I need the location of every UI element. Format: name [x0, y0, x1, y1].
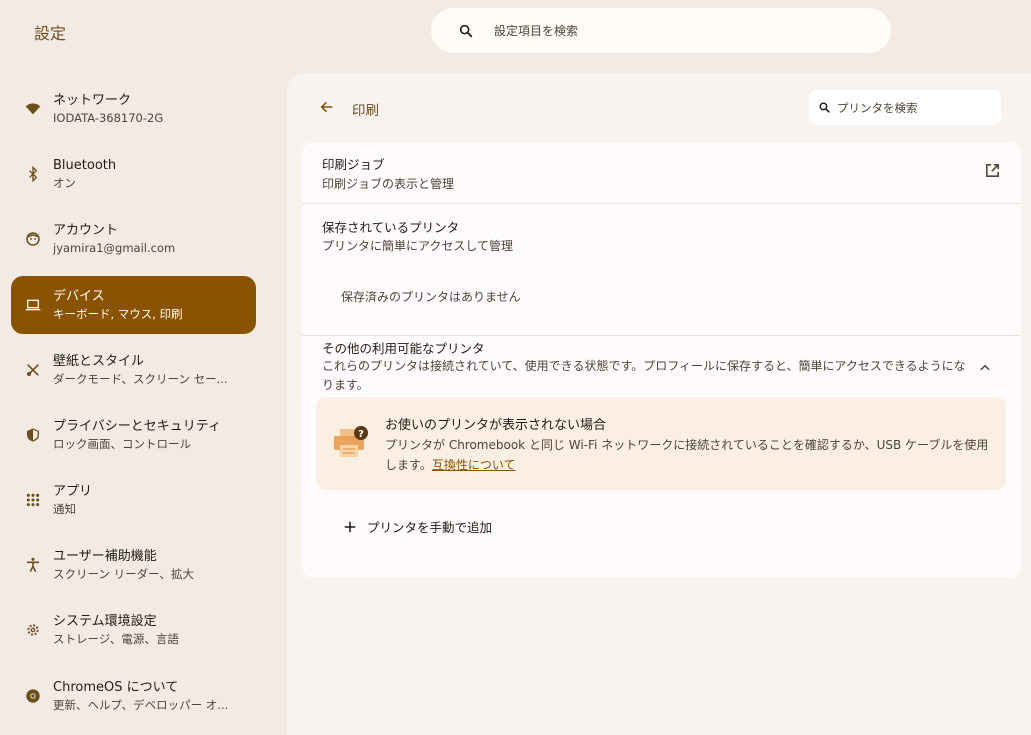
sidebar-item-label: ChromeOS について	[53, 679, 179, 695]
sidebar-item-label: Bluetooth	[53, 157, 117, 173]
chrome-icon	[23, 686, 43, 706]
sidebar-item-device[interactable]: デバイス キーボード, マウス, 印刷	[11, 276, 256, 334]
sidebar-item-wallpaper[interactable]: 壁紙とスタイル ダークモード、スクリーン セー...	[11, 341, 256, 399]
sidebar-item-privacy[interactable]: プライバシーとセキュリティ ロック画面、コントロール	[11, 406, 256, 464]
main-panel: 印刷 プリンタを検索 印刷ジョブ 印刷ジョブの表示と管理 保存されているプリンタ…	[287, 73, 1031, 735]
compatibility-link[interactable]: 互換性について	[432, 458, 516, 472]
wifi-icon	[23, 99, 43, 119]
sidebar-item-sublabel: スクリーン リーダー、拡大	[53, 566, 194, 581]
printer-search-box[interactable]: プリンタを検索	[809, 90, 1001, 125]
sidebar-item-sublabel: オン	[53, 175, 76, 190]
printer-not-shown-notice: ? お使いのプリンタが表示されない場合 プリンタが Chromebook と同じ…	[316, 397, 1006, 490]
sidebar-item-system[interactable]: システム環境設定 ストレージ、電源、言語	[11, 601, 256, 659]
saved-printers-subtitle: プリンタに簡単にアクセスして管理	[322, 239, 514, 253]
settings-search-input[interactable]: 設定項目を検索	[494, 22, 578, 39]
laptop-icon	[23, 295, 43, 315]
printer-search-input[interactable]: プリンタを検索	[837, 100, 918, 116]
printer-help-icon: ?	[332, 425, 370, 461]
app-title: 設定	[34, 24, 67, 43]
plus-icon	[343, 520, 357, 534]
other-printers-title: その他の利用可能なプリンタ	[322, 341, 485, 356]
sidebar-item-account[interactable]: アカウント jyamira1@gmail.com	[11, 210, 256, 268]
sidebar-item-sublabel: IODATA-368170-2G	[53, 110, 164, 125]
sidebar-item-label: ネットワーク	[53, 92, 132, 108]
paintbrush-icon	[23, 360, 43, 380]
sidebar-item-label: システム環境設定	[53, 613, 157, 629]
account-face-icon	[23, 229, 43, 249]
sidebar-item-bluetooth[interactable]: Bluetooth オン	[11, 145, 256, 203]
sidebar-item-sublabel: jyamira1@gmail.com	[53, 240, 176, 255]
bluetooth-icon	[23, 164, 43, 184]
shield-icon	[23, 425, 43, 445]
external-link-icon[interactable]	[984, 162, 1001, 179]
add-printer-label: プリンタを手動で追加	[367, 520, 493, 535]
sidebar-item-accessibility[interactable]: ユーザー補助機能 スクリーン リーダー、拡大	[11, 536, 256, 594]
sidebar-item-sublabel: ストレージ、電源、言語	[53, 631, 179, 646]
divider	[302, 335, 1021, 336]
no-saved-printers-message: 保存済みのプリンタはありません	[341, 290, 521, 304]
sidebar-item-label: 壁紙とスタイル	[53, 353, 145, 369]
notice-body: プリンタが Chromebook と同じ Wi-Fi ネットワークに接続されてい…	[385, 435, 995, 475]
other-printers-description: これらのプリンタは接続されていて、使用できる状態です。プロフィールに保存すると、…	[322, 359, 966, 392]
accessibility-icon	[23, 555, 43, 575]
search-icon	[818, 101, 831, 114]
settings-search-box[interactable]: 設定項目を検索	[431, 8, 891, 53]
chevron-up-icon[interactable]	[978, 361, 992, 375]
sidebar-item-sublabel: 通知	[53, 501, 76, 516]
grid-icon	[23, 490, 43, 510]
svg-text:?: ?	[358, 429, 364, 440]
sidebar-item-sublabel: 更新、ヘルプ、デベロッパー オ...	[53, 697, 229, 712]
sidebar-item-sublabel: ロック画面、コントロール	[53, 436, 191, 451]
print-jobs-subtitle: 印刷ジョブの表示と管理	[322, 177, 455, 191]
notice-title: お使いのプリンタが表示されない場合	[385, 418, 607, 433]
printing-card: 印刷ジョブ 印刷ジョブの表示と管理 保存されているプリンタ プリンタに簡単にアク…	[302, 142, 1021, 578]
sidebar-item-label: アプリ	[53, 483, 93, 499]
sidebar-item-about[interactable]: ChromeOS について 更新、ヘルプ、デベロッパー オ...	[11, 667, 256, 725]
sidebar-item-sublabel: ダークモード、スクリーン セー...	[53, 371, 228, 386]
sidebar-item-label: アカウント	[53, 222, 119, 238]
sidebar-item-sublabel: キーボード, マウス, 印刷	[53, 306, 183, 321]
divider	[302, 203, 1021, 204]
sidebar-item-apps[interactable]: アプリ 通知	[11, 471, 256, 529]
sidebar-item-label: プライバシーとセキュリティ	[53, 418, 221, 434]
gear-icon	[23, 620, 43, 640]
saved-printers-title: 保存されているプリンタ	[322, 220, 460, 235]
add-printer-manually-button[interactable]: プリンタを手動で追加	[343, 517, 492, 536]
search-icon	[458, 23, 474, 39]
sidebar-item-label: ユーザー補助機能	[53, 548, 157, 564]
sidebar-item-label: デバイス	[53, 288, 105, 304]
sidebar-item-network[interactable]: ネットワーク IODATA-368170-2G	[11, 80, 256, 138]
print-jobs-title: 印刷ジョブ	[322, 157, 385, 172]
page-title: 印刷	[352, 103, 379, 119]
back-arrow-icon[interactable]	[319, 99, 335, 115]
